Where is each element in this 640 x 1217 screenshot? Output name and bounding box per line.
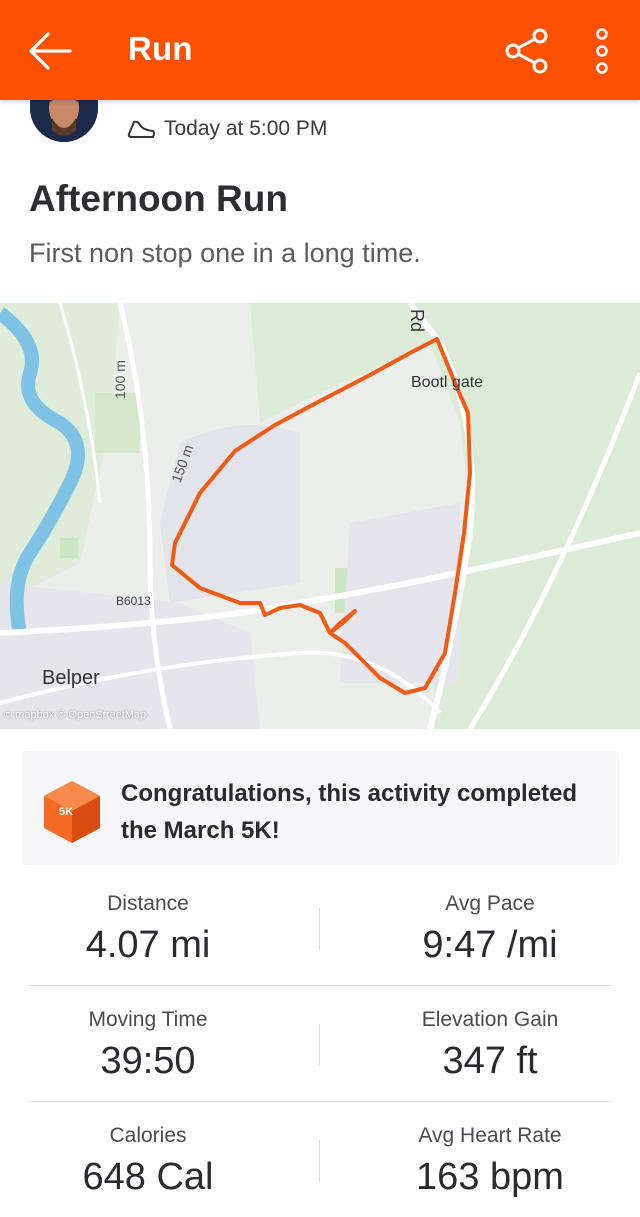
challenge-badge-icon: 5K <box>44 781 100 843</box>
stat-label: Distance <box>107 892 189 915</box>
run-shoe-icon <box>127 120 155 138</box>
stat-label: Calories <box>109 1124 187 1147</box>
stat-value: 648 Cal <box>82 1156 214 1198</box>
page-title: Run <box>128 30 193 67</box>
place-label-bottle-gate: Bootl gate <box>411 374 484 391</box>
divider <box>319 1024 320 1066</box>
stat-avg-pace: Avg Pace 9:47 /mi <box>344 870 636 967</box>
stat-value: 39:50 <box>100 1040 196 1082</box>
stat-moving-time: Moving Time 39:50 <box>2 986 294 1083</box>
stat-label: Moving Time <box>88 1008 208 1031</box>
challenge-message: Congratulations, this activity completed… <box>121 780 578 844</box>
share-icon[interactable] <box>504 28 550 74</box>
map-attribution[interactable]: © mapbox © OpenStreetMap <box>4 709 146 721</box>
activity-description: First non stop one in a long time. <box>29 238 421 268</box>
app-bar: Run <box>0 0 640 100</box>
road-label-b6013: B6013 <box>116 594 151 608</box>
challenge-card[interactable]: 5K Congratulations, this activity comple… <box>22 751 619 865</box>
arrow-left-icon[interactable] <box>26 30 72 72</box>
stat-label: Elevation Gain <box>421 1008 559 1031</box>
stat-label: Avg Heart Rate <box>418 1124 562 1147</box>
divider <box>319 1140 320 1182</box>
stat-value: 9:47 /mi <box>422 924 558 966</box>
stat-distance: Distance 4.07 mi <box>2 870 294 967</box>
stat-row: Calories 648 Cal Avg Heart Rate 163 bpm <box>28 1102 612 1217</box>
stat-avg-heart-rate: Avg Heart Rate 163 bpm <box>344 1102 636 1199</box>
stat-elevation-gain: Elevation Gain 347 ft <box>344 986 636 1083</box>
stat-value: 4.07 mi <box>85 924 211 966</box>
activity-meta: Today at 5:00 PM <box>126 114 327 144</box>
badge-label: 5K <box>59 806 73 818</box>
stat-value: 347 ft <box>442 1040 538 1082</box>
route-map[interactable]: Rd Bootl gate 100 m 150 m B6013 Belper ©… <box>0 303 640 729</box>
stat-row: Distance 4.07 mi Avg Pace 9:47 /mi <box>28 870 612 986</box>
activity-title: Afternoon Run <box>29 178 288 219</box>
activity-date: Today at 5:00 PM <box>164 117 328 140</box>
divider <box>319 908 320 950</box>
stats-grid: Distance 4.07 mi Avg Pace 9:47 /mi Movin… <box>28 870 612 1217</box>
stat-calories: Calories 648 Cal <box>2 1102 294 1199</box>
contour-label-100: 100 m <box>112 360 128 399</box>
town-label: Belper <box>42 667 100 689</box>
stat-row: Moving Time 39:50 Elevation Gain 347 ft <box>28 986 612 1102</box>
road-label: Rd <box>407 309 427 333</box>
more-vertical-icon[interactable] <box>592 28 612 74</box>
stat-value: 163 bpm <box>416 1156 564 1198</box>
stat-label: Avg Pace <box>445 892 535 915</box>
